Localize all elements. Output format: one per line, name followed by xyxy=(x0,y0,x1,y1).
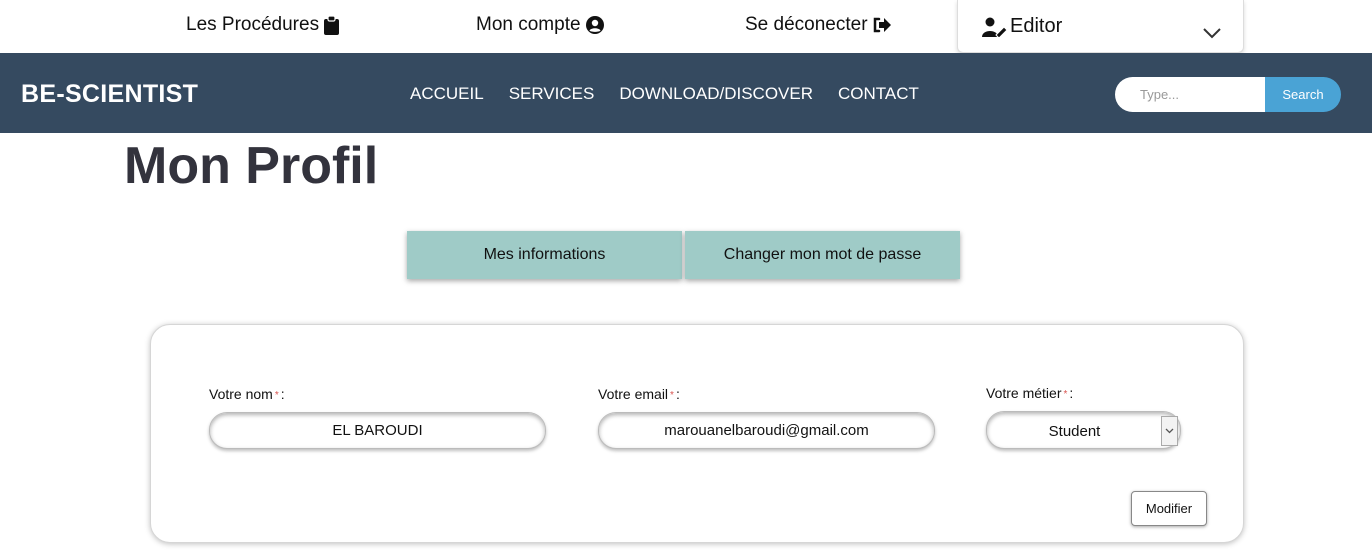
logout-link[interactable]: Se déconecter xyxy=(745,14,892,36)
label-suffix: : xyxy=(280,386,285,402)
job-label-text: Votre métier xyxy=(986,385,1062,401)
main-navbar: BE-SCIENTIST ACCUEIL SERVICES DOWNLOAD/D… xyxy=(0,53,1372,133)
sign-out-icon xyxy=(873,17,891,33)
account-link[interactable]: Mon compte xyxy=(476,14,604,36)
email-field[interactable] xyxy=(598,412,935,449)
user-edit-icon xyxy=(982,17,1008,37)
label-suffix: : xyxy=(1069,385,1074,401)
role-label: Editor xyxy=(1010,15,1063,37)
chevron-down-icon xyxy=(1165,428,1174,434)
email-label-text: Votre email xyxy=(598,386,669,402)
nav-menu: ACCUEIL SERVICES DOWNLOAD/DISCOVER CONTA… xyxy=(410,84,944,104)
required-mark: * xyxy=(1063,389,1068,400)
top-utility-bar: Les Procédures Mon compte Se déconecter … xyxy=(0,0,1372,53)
nav-link-accueil[interactable]: ACCUEIL xyxy=(410,84,484,104)
logout-link-label: Se déconecter xyxy=(745,14,868,35)
procedures-link-label: Les Procédures xyxy=(186,14,320,35)
account-link-label: Mon compte xyxy=(476,14,581,35)
name-label: Votre nom *: xyxy=(209,386,285,402)
name-label-text: Votre nom xyxy=(209,386,273,402)
nav-link-services[interactable]: SERVICES xyxy=(509,84,595,104)
required-mark: * xyxy=(670,390,674,401)
chevron-down-icon xyxy=(1203,28,1221,39)
tab-mes-informations[interactable]: Mes informations xyxy=(407,231,682,279)
nav-link-contact[interactable]: CONTACT xyxy=(838,84,919,104)
page-title: Mon Profil xyxy=(124,137,379,195)
email-label: Votre email *: xyxy=(598,386,680,402)
job-label: Votre métier *: xyxy=(986,385,1073,401)
required-mark: * xyxy=(274,390,279,401)
search-input[interactable] xyxy=(1115,77,1265,112)
search-form: Search xyxy=(1115,77,1341,112)
brand-logo[interactable]: BE-SCIENTIST xyxy=(21,80,198,109)
search-button[interactable]: Search xyxy=(1265,77,1341,112)
tab-changer-mot-de-passe[interactable]: Changer mon mot de passe xyxy=(685,231,960,279)
role-dropdown[interactable]: Editor xyxy=(957,0,1244,53)
profile-form-card: Votre nom*: Votre email*: Votre métier*:… xyxy=(150,324,1244,543)
job-select[interactable]: Student xyxy=(986,411,1181,449)
select-arrow[interactable] xyxy=(1161,416,1178,446)
modify-button[interactable]: Modifier xyxy=(1131,491,1207,526)
label-suffix: : xyxy=(675,386,680,402)
job-select-value: Student xyxy=(1048,423,1101,440)
name-field[interactable] xyxy=(209,412,546,449)
procedures-link[interactable]: Les Procédures xyxy=(186,14,340,36)
clipboard-icon xyxy=(324,15,340,35)
user-circle-icon xyxy=(585,16,604,34)
nav-link-download[interactable]: DOWNLOAD/DISCOVER xyxy=(619,84,813,104)
